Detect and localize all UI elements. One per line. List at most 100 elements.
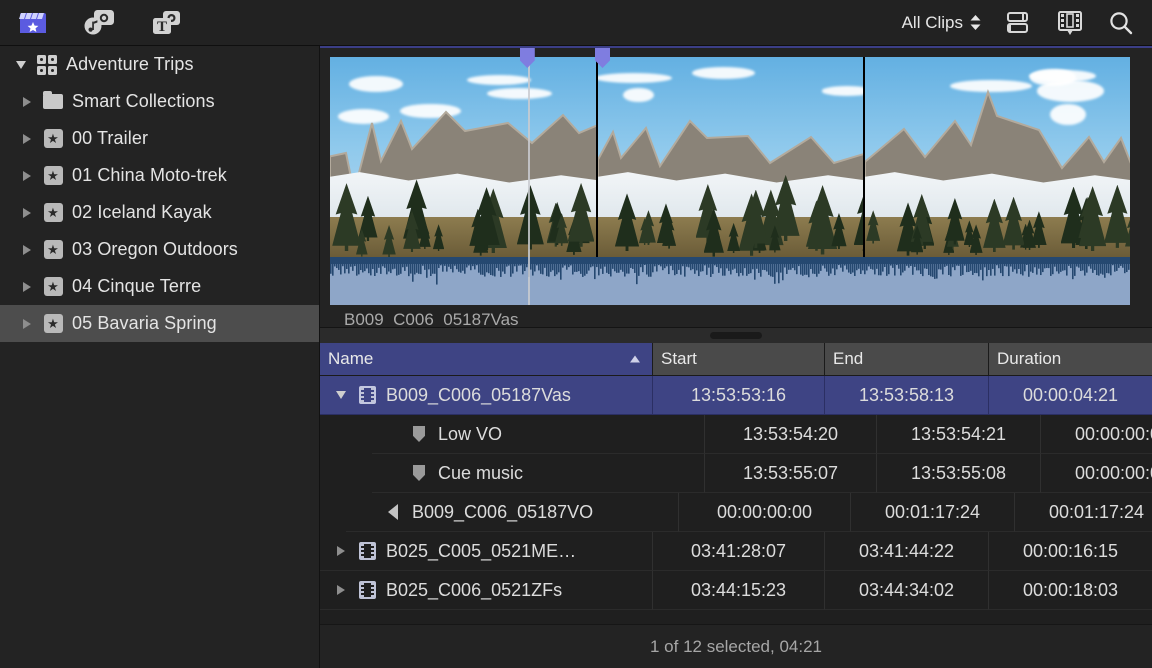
end-timecode: 13:53:54:21 [911,424,1006,445]
sidebar-item-02-iceland-kayak[interactable]: ★ 02 Iceland Kayak [0,194,319,231]
cell-end: 13:53:54:21 [877,415,1041,454]
disclosure-triangle-down-icon[interactable] [10,61,32,69]
table-row[interactable]: B025_C006_0521ZFs03:44:15:2303:44:34:020… [320,571,1152,610]
cell-duration: 00:01:17:24 [1015,493,1152,532]
disclosure-triangle-right-icon[interactable] [16,282,38,292]
column-header-label: End [833,349,863,369]
keyword-star-icon: ★ [38,314,68,333]
sidebar-item-label: 02 Iceland Kayak [72,202,212,223]
cell-start: 13:53:55:07 [705,454,877,493]
duration-timecode: 00:00:00:01 [1075,424,1152,445]
start-timecode: 13:53:53:16 [691,385,786,406]
table-row[interactable]: B009_C006_05187Vas13:53:53:1613:53:58:13… [320,376,1152,415]
disclosure-triangle-right-icon[interactable] [16,208,38,218]
disclosure-triangle-right-icon[interactable] [328,546,354,556]
keyword-star-icon: ★ [38,166,68,185]
cell-name: Low VO [372,415,705,454]
sidebar-item-label: Smart Collections [72,91,215,112]
cell-duration: 00:00:00:01 [1041,454,1152,493]
sidebar-item-label: 04 Cinque Terre [72,276,201,297]
sidebar-item-adventure-trips[interactable]: Adventure Trips [0,46,319,83]
sidebar-item-smart-collections[interactable]: Smart Collections [0,83,319,120]
toolbar-left-group: T [0,9,184,37]
sidebar-item-01-china-moto-trek[interactable]: ★ 01 China Moto-trek [0,157,319,194]
cell-name: Cue music [372,454,705,493]
table-body: B009_C006_05187Vas13:53:53:1613:53:58:13… [320,376,1152,657]
disclosure-triangle-down-icon[interactable] [328,391,354,399]
cell-duration: 00:00:00:01 [1041,415,1152,454]
audio-waveform [330,257,1130,305]
clip-name: B025_C006_0521ZFs [386,580,562,601]
cell-end: 03:44:34:02 [825,571,989,610]
cell-name: B009_C006_05187Vas [320,376,653,415]
disclosure-triangle-right-icon[interactable] [328,585,354,595]
folder-icon [38,94,68,109]
status-text: 1 of 12 selected, 04:21 [650,637,822,657]
cell-end: 13:53:55:08 [877,454,1041,493]
disclosure-triangle-right-icon[interactable] [16,319,38,329]
column-header-start[interactable]: Start [653,343,825,376]
disclosure-triangle-right-icon[interactable] [16,245,38,255]
playhead[interactable] [528,57,530,305]
clip-filmstrip[interactable] [330,57,1130,305]
disclosure-triangle-right-icon[interactable] [16,97,38,107]
clip-name: B025_C005_0521ME… [386,541,576,562]
all-clips-filter-popup[interactable]: All Clips [902,13,981,33]
end-timecode: 13:53:55:08 [911,463,1006,484]
clip-name: Low VO [438,424,502,445]
filmstrip-frame [863,57,1130,257]
disclosure-triangle-right-icon[interactable] [16,134,38,144]
keyword-star-icon: ★ [38,240,68,259]
sidebar-item-03-oregon-outdoors[interactable]: ★ 03 Oregon Outdoors [0,231,319,268]
chevron-up-down-icon [970,15,981,30]
cell-name: B025_C006_0521ZFs [320,571,653,610]
filmstrip-area: B009_C006_05187Vas [320,48,1152,327]
sidebar-item-05-bavaria-spring[interactable]: ★ 05 Bavaria Spring [0,305,319,342]
sidebar-item-label: 03 Oregon Outdoors [72,239,238,260]
clip-list-table: Name Start End Duration B009_C006_05187V… [320,343,1152,668]
duration-timecode: 00:00:04:21 [1023,385,1118,406]
sidebar-item-label: 00 Trailer [72,128,148,149]
start-timecode: 03:41:28:07 [691,541,786,562]
start-timecode: 13:53:55:07 [743,463,838,484]
status-bar: 1 of 12 selected, 04:21 [320,624,1152,668]
table-row[interactable]: Cue music 13:53:55:07 13:53:55:08 00:00:00:… [320,454,1152,493]
clip-name: B009_C006_05187Vas [386,385,571,406]
end-timecode: 00:01:17:24 [885,502,980,523]
column-header-label: Duration [997,349,1061,369]
table-row[interactable]: B009_C006_05187VO 00:00:00:00 00:01:17:24 0… [320,493,1152,532]
cell-name: B025_C005_0521ME… [320,532,653,571]
column-header-name[interactable]: Name [320,343,653,376]
column-header-label: Name [328,349,373,369]
photos-audio-icon[interactable] [82,9,116,37]
start-timecode: 00:00:00:00 [717,502,812,523]
final-cut-pro-browser-window: T All Clips [0,0,1152,668]
filmstrip-frame [596,57,863,257]
column-header-end[interactable]: End [825,343,989,376]
browser-content: B009_C006_05187Vas Name Start End Durati [320,46,1152,668]
table-row[interactable]: Low VO13:53:54:2013:53:54:2100:00:00:01 [320,415,1152,454]
end-timecode: 03:44:34:02 [859,580,954,601]
sidebar-item-label: 01 China Moto-trek [72,165,227,186]
disclosure-triangle-right-icon[interactable] [16,171,38,181]
table-row[interactable]: B025_C005_0521ME…03:41:28:0703:41:44:220… [320,532,1152,571]
duration-timecode: 00:01:17:24 [1049,502,1144,523]
cell-name: B009_C006_05187VO [346,493,679,532]
libraries-icon[interactable] [18,10,48,36]
list-view-icon[interactable] [1005,10,1032,35]
sidebar-item-04-cinque-terre[interactable]: ★ 04 Cinque Terre [0,268,319,305]
drag-handle[interactable] [710,332,762,339]
column-header-duration[interactable]: Duration [989,343,1152,376]
filmstrip-icon [359,581,376,599]
search-icon[interactable] [1108,10,1134,36]
cell-end: 03:41:44:22 [825,532,989,571]
svg-text:T: T [157,19,167,35]
filmstrip-icon [359,386,376,404]
filmstrip-view-icon[interactable] [1056,10,1084,36]
sidebar-item-00-trailer[interactable]: ★ 00 Trailer [0,120,319,157]
end-timecode: 03:41:44:22 [859,541,954,562]
sidebar: Adventure Trips Smart Collections ★ 00 T… [0,46,320,668]
toolbar-right-group: All Clips [902,10,1152,36]
pane-divider[interactable] [320,327,1152,343]
titles-generators-icon[interactable]: T [150,9,184,37]
